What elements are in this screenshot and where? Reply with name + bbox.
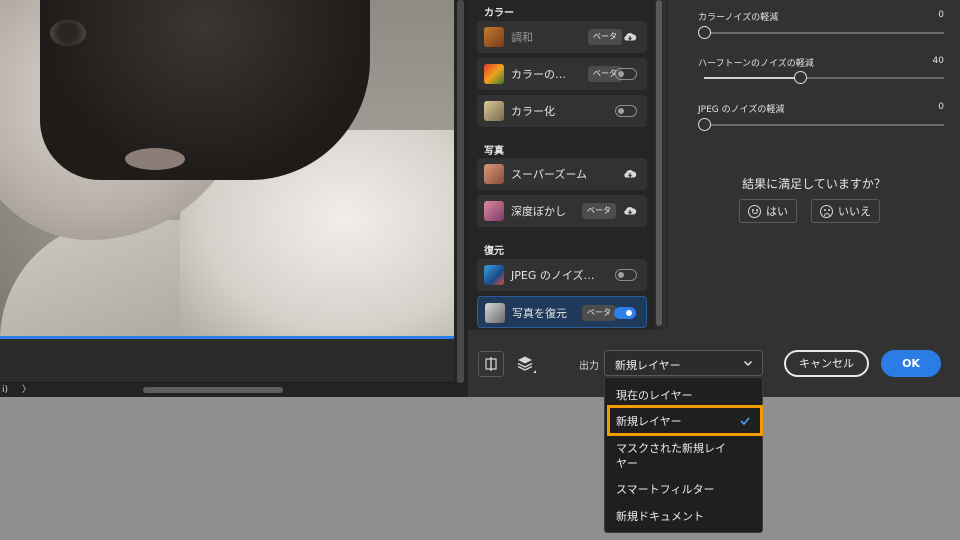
feedback-no-button[interactable]: いいえ [811,199,880,223]
color-transfer-thumb-icon [484,64,504,84]
super-zoom-thumb-icon [484,164,504,184]
filter-item-label: 調和 [511,31,533,44]
frown-icon [820,204,833,218]
section-restore: 復元 [484,246,504,257]
filter-list: カラー 調和 ベータ カラーの… ベータ カラー化 写真 スーパーズーム 深度ぼ [468,0,655,330]
filter-item-color-transfer[interactable]: カラーの… ベータ [477,58,647,90]
filter-item-harmony[interactable]: 調和 ベータ [477,21,647,53]
filter-toggle[interactable] [614,307,636,319]
filter-item-colorize[interactable]: カラー化 [477,95,647,127]
dropdown-option-smart-filter[interactable]: スマートフィルター [605,482,762,497]
filter-item-label: 写真を復元 [512,307,567,320]
section-photo: 写真 [484,146,504,157]
slider-value-halftone-noise: 40 [932,56,944,66]
slider-label-halftone-noise: ハーフトーンのノイズの軽減 [698,59,814,69]
filter-item-super-zoom[interactable]: スーパーズーム [477,158,647,190]
scrollbar-thumb[interactable] [143,387,283,393]
depth-blur-thumb-icon [484,201,504,221]
beta-badge: ベータ [582,305,616,321]
dropdown-option-masked-new-layer[interactable]: マスクされた新規レイヤー [605,441,735,471]
filter-item-label: スーパーズーム [511,168,588,181]
canvas-selection-edge [0,336,454,339]
output-label: 出力 [579,361,599,372]
compare-view-button[interactable] [478,351,504,377]
harmony-thumb-icon [484,27,504,47]
dropdown-option-current-layer[interactable]: 現在のレイヤー [605,388,762,403]
slider-label-jpeg-noise: JPEG のノイズの軽減 [698,105,785,115]
canvas-nav-left[interactable]: i) [2,383,8,397]
layers-icon [517,356,536,373]
slider-label-color-noise: カラーノイズの軽減 [698,13,779,23]
feedback-no-label: いいえ [838,205,871,218]
output-select[interactable]: 新規レイヤー [604,350,763,376]
filter-toggle[interactable] [615,105,637,117]
scrollbar-thumb[interactable] [656,0,662,326]
colorize-thumb-icon [484,101,504,121]
canvas-area[interactable]: i) 〉 [0,0,468,397]
feedback-question: 結果に満足していますか？ [742,177,886,191]
layer-preview-button[interactable] [512,351,538,377]
canvas-nav-right[interactable]: 〉 [22,383,31,397]
filter-item-label: 深度ぼかし [511,205,566,218]
cloud-download-icon[interactable] [623,30,637,44]
slider-value-color-noise: 0 [938,10,944,20]
filter-item-depth-blur[interactable]: 深度ぼかし ベータ [477,195,647,227]
filter-item-label: カラー化 [511,105,555,118]
cloud-download-icon[interactable] [623,167,637,181]
output-select-value: 新規レイヤー [615,359,681,372]
feedback-yes-label: はい [766,205,788,218]
filter-toggle[interactable] [615,269,637,281]
split-view-icon [485,357,497,371]
slider-value-jpeg-noise: 0 [938,102,944,112]
dropdown-option-new-document[interactable]: 新規ドキュメント [605,509,762,524]
section-color: カラー [484,8,514,19]
selection-highlight [607,405,763,436]
canvas-horizontal-scrollbar[interactable]: i) 〉 [0,382,454,397]
filter-settings-panel: カラーノイズの軽減 0 ハーフトーンのノイズの軽減 40 JPEG のノイズの軽… [666,0,960,330]
slider-handle[interactable] [698,118,711,131]
ok-button[interactable]: OK [881,350,941,377]
filter-item-photo-restore[interactable]: 写真を復元 ベータ [477,296,647,328]
filter-toggle[interactable] [615,68,637,80]
photo-restore-thumb-icon [485,303,505,323]
canvas-vertical-scrollbar[interactable] [454,0,468,397]
filter-item-jpeg-noise[interactable]: JPEG のノイズ… [477,259,647,291]
cancel-button[interactable]: キャンセル [784,350,869,377]
feedback-yes-button[interactable]: はい [739,199,797,223]
filter-item-label: カラーの… [511,68,566,81]
beta-badge: ベータ [588,29,622,45]
filter-item-label: JPEG のノイズ… [511,269,595,282]
scrollbar-thumb[interactable] [457,0,464,383]
output-dropdown-menu: 現在のレイヤー 新規レイヤー マスクされた新規レイヤー スマートフィルター 新規… [604,377,763,533]
neural-filters-panel: カラー 調和 ベータ カラーの… ベータ カラー化 写真 スーパーズーム 深度ぼ [468,0,666,330]
slider-color-noise[interactable] [698,26,944,39]
jpeg-noise-thumb-icon [484,265,504,285]
filter-list-scrollbar[interactable] [655,0,663,330]
slider-halftone-noise[interactable] [704,71,944,84]
slider-jpeg-noise[interactable] [698,118,944,131]
photo-preview[interactable] [0,0,454,336]
beta-badge: ベータ [582,203,616,219]
cloud-download-icon[interactable] [623,204,637,218]
slider-handle[interactable] [794,71,807,84]
smile-icon [748,204,761,218]
slider-handle[interactable] [698,26,711,39]
chevron-down-icon [743,360,753,367]
